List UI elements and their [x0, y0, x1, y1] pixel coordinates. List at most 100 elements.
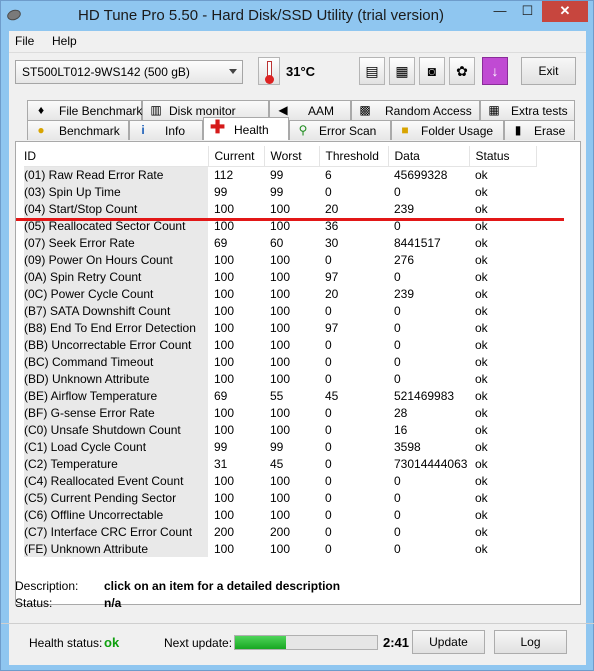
table-row[interactable]: (C6) Offline Uncorrectable 100 100 0 0 ok	[24, 506, 536, 523]
worst-value-cell: 100	[270, 422, 291, 437]
threshold-value-cell: 0	[325, 541, 332, 556]
raw-data-cell: 0	[394, 269, 401, 284]
description-label: Description:	[15, 579, 79, 593]
table-row[interactable]: (BC) Command Timeout 100 100 0 0 ok	[24, 353, 536, 370]
save-down-arrow-icon[interactable]: ↓	[482, 57, 508, 85]
worst-value-cell: 100	[270, 252, 291, 267]
table-row[interactable]: (C7) Interface CRC Error Count 200 200 0 0 ok	[24, 523, 536, 540]
status-cell: ok	[475, 320, 488, 335]
table-row[interactable]: (BE) Airflow Temperature 69 55 45 521469983 o…	[24, 387, 536, 404]
worst-value-cell: 200	[270, 524, 291, 539]
table-row[interactable]: (C2) Temperature 31 45 0 73014444063 ok	[24, 455, 536, 472]
tab-info[interactable]: i Info	[129, 120, 203, 140]
options-icon[interactable]: ✿	[449, 57, 475, 85]
threshold-value-cell: 97	[325, 269, 339, 284]
table-row[interactable]: (0A) Spin Retry Count 100 100 97 0 ok	[24, 268, 536, 285]
menu-help[interactable]: Help	[52, 34, 77, 48]
tab-error-scan[interactable]: ⚲ Error Scan	[289, 120, 391, 140]
tab-file-benchmark[interactable]: ♦ File Benchmark	[27, 100, 142, 120]
status-cell: ok	[475, 405, 488, 420]
log-button[interactable]: Log	[494, 630, 567, 654]
current-value-cell: 100	[214, 337, 235, 352]
health-status-value: ok	[104, 635, 120, 650]
attribute-id-cell: (BE) Airflow Temperature	[24, 387, 208, 404]
table-row[interactable]: (B8) End To End Error Detection 100 100 97 0…	[24, 319, 536, 336]
raw-data-cell: 0	[394, 371, 401, 386]
table-row[interactable]: (BB) Uncorrectable Error Count 100 100 0 0 ok	[24, 336, 536, 353]
attribute-id-cell: (C1) Load Cycle Count	[24, 438, 208, 455]
tab-health[interactable]: ✚ Health	[203, 117, 289, 140]
table-row[interactable]: (FE) Unknown Attribute 100 100 0 0 ok	[24, 540, 536, 557]
table-row[interactable]: (BF) G-sense Error Rate 100 100 0 28 ok	[24, 404, 536, 421]
tab-folder-usage[interactable]: ■ Folder Usage	[391, 120, 504, 140]
raw-data-cell: 0	[394, 490, 401, 505]
attribute-id-cell: (C4) Reallocated Event Count	[24, 472, 208, 489]
drive-select-value: ST500LT012-9WS142 (500 gB)	[22, 65, 190, 79]
raw-data-cell: 73014444063	[394, 456, 468, 471]
attribute-id-cell: (03) Spin Up Time	[24, 183, 208, 200]
raw-data-cell: 0	[394, 507, 401, 522]
worst-value-cell: 60	[270, 235, 284, 250]
worst-value-cell: 99	[270, 167, 284, 182]
client-area: File Help ST500LT012-9WS142 (500 gB) 31°…	[9, 31, 586, 665]
copy-text-icon[interactable]: ▤	[359, 57, 385, 85]
table-row[interactable]: (C0) Unsafe Shutdown Count 100 100 0 16 ok	[24, 421, 536, 438]
current-value-cell: 99	[214, 184, 228, 199]
maximize-button[interactable]: ☐	[514, 1, 541, 22]
table-row[interactable]: (03) Spin Up Time 99 99 0 0 ok	[24, 183, 536, 200]
attribute-id-cell: (C5) Current Pending Sector	[24, 489, 208, 506]
raw-data-cell: 0	[394, 541, 401, 556]
exit-button[interactable]: Exit	[521, 57, 576, 85]
current-value-cell: 112	[214, 167, 234, 182]
progress-fill	[235, 636, 287, 649]
table-row[interactable]: (0C) Power Cycle Count 100 100 20 239 ok	[24, 285, 536, 302]
next-update-label: Next update:	[164, 636, 233, 650]
table-row[interactable]: (B7) SATA Downshift Count 100 100 0 0 ok	[24, 302, 536, 319]
worst-value-cell: 100	[270, 320, 291, 335]
attribute-id-cell: (B8) End To End Error Detection	[24, 319, 208, 336]
current-value-cell: 100	[214, 541, 235, 556]
status-cell: ok	[475, 201, 488, 216]
table-row[interactable]: (C4) Reallocated Event Count 100 100 0 0 ok	[24, 472, 536, 489]
tab-extra-tests[interactable]: ▦ Extra tests	[480, 100, 575, 120]
attribute-id-cell: (C7) Interface CRC Error Count	[24, 523, 208, 540]
column-header-status[interactable]: Status	[469, 146, 537, 167]
column-header-data[interactable]: Data	[388, 146, 470, 167]
drive-select[interactable]: ST500LT012-9WS142 (500 gB)	[15, 60, 243, 84]
status-value: n/a	[104, 596, 122, 610]
attribute-id-cell: (BF) G-sense Error Rate	[24, 404, 208, 421]
worst-value-cell: 100	[270, 371, 291, 386]
status-cell: ok	[475, 337, 488, 352]
column-header-worst[interactable]: Worst	[264, 146, 320, 167]
copy-info-icon[interactable]: ▦	[389, 57, 415, 85]
threshold-value-cell: 0	[325, 422, 332, 437]
tab-erase[interactable]: ▮ Erase	[504, 120, 575, 140]
threshold-value-cell: 0	[325, 473, 332, 488]
update-button[interactable]: Update	[412, 630, 485, 654]
table-row[interactable]: (04) Start/Stop Count 100 100 20 239 ok	[24, 200, 536, 217]
table-row[interactable]: (09) Power On Hours Count 100 100 0 276 ok	[24, 251, 536, 268]
camera-icon[interactable]: ◙	[419, 57, 445, 85]
table-row[interactable]: (07) Seek Error Rate 69 60 30 8441517 ok	[24, 234, 536, 251]
table-row[interactable]: (01) Raw Read Error Rate 112 99 6 45699328 ok	[24, 166, 536, 183]
tab-benchmark[interactable]: ● Benchmark	[27, 120, 129, 140]
table-row[interactable]: (C1) Load Cycle Count 99 99 0 3598 ok	[24, 438, 536, 455]
column-header-threshold[interactable]: Threshold	[319, 146, 389, 167]
current-value-cell: 100	[214, 473, 235, 488]
raw-data-cell: 239	[394, 286, 415, 301]
tab-random-access[interactable]: ▩ Random Access	[351, 100, 480, 120]
menu-file[interactable]: File	[15, 34, 34, 48]
minimize-button[interactable]: —	[486, 1, 514, 22]
table-row[interactable]: (C5) Current Pending Sector 100 100 0 0 ok	[24, 489, 536, 506]
divider	[1, 623, 594, 624]
table-row[interactable]: (BD) Unknown Attribute 100 100 0 0 ok	[24, 370, 536, 387]
marker-line	[16, 218, 564, 221]
title-bar[interactable]: HD Tune Pro 5.50 - Hard Disk/SSD Utility…	[1, 1, 593, 31]
current-value-cell: 100	[214, 354, 235, 369]
close-button[interactable]: ✕	[542, 1, 588, 22]
column-header-current[interactable]: Current	[208, 146, 265, 167]
worst-value-cell: 100	[270, 201, 291, 216]
column-header-id[interactable]: ID	[24, 146, 209, 167]
threshold-value-cell: 0	[325, 439, 332, 454]
toolbar: ST500LT012-9WS142 (500 gB) 31°C ▤ ▦ ◙ ✿ …	[9, 52, 586, 92]
